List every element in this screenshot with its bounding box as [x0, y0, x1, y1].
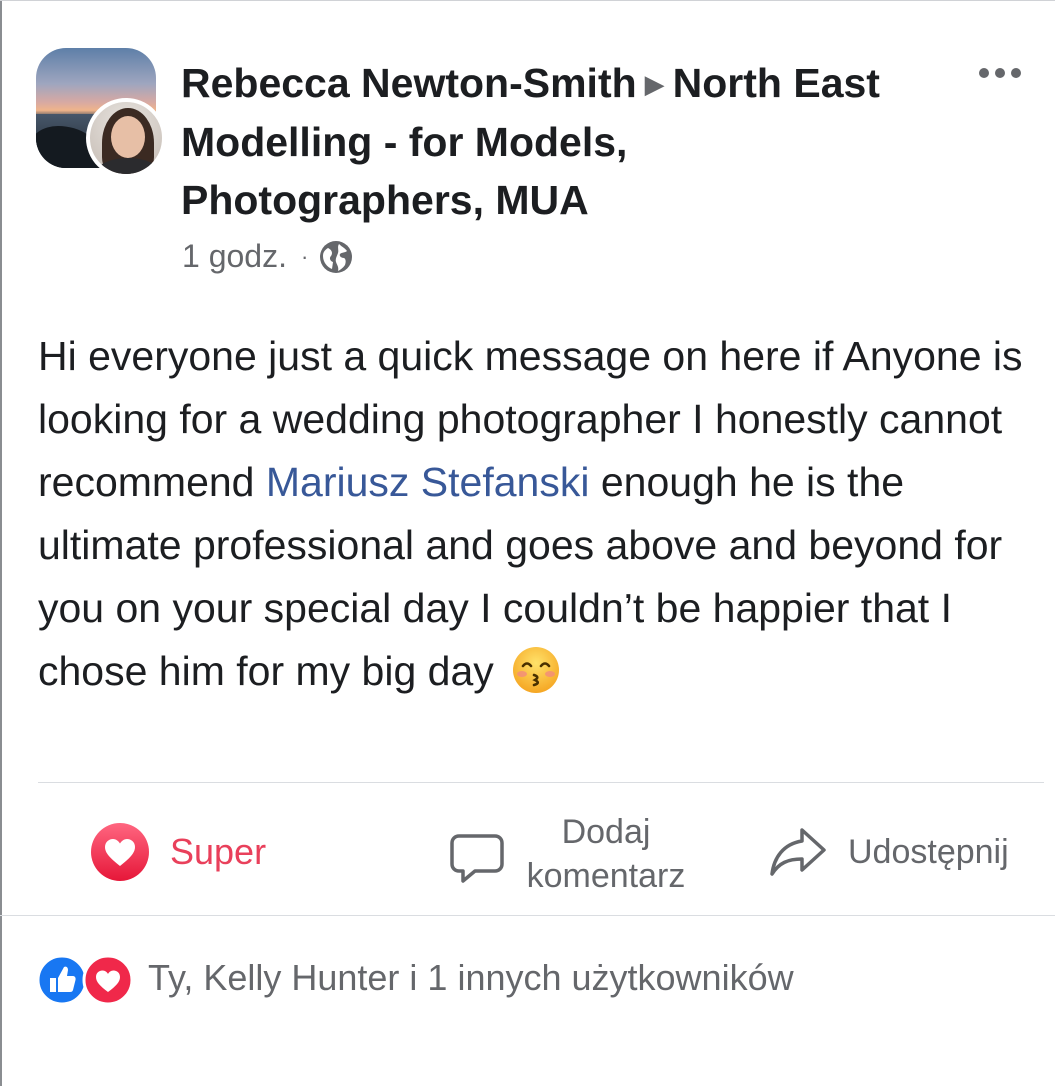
like-reaction-icon: [36, 954, 88, 1006]
globe-icon: [320, 240, 353, 273]
author-profile-picture[interactable]: [86, 98, 166, 178]
comment-label-line-1: Dodaj: [561, 813, 651, 851]
post-header-title: Rebecca Newton-Smith ▶ North East Modellin…: [181, 54, 921, 229]
super-label: Super: [170, 831, 267, 872]
love-reaction-small-icon: [82, 954, 134, 1006]
love-reaction-icon: [91, 823, 149, 881]
comment-label: Dodaj komentarz: [511, 810, 701, 898]
meta-dot: ·: [300, 243, 309, 269]
share-arrow-icon: [770, 828, 826, 876]
window-edge: [0, 0, 2, 1086]
kissing-face-emoji-icon: [513, 647, 560, 693]
reaction-super-button[interactable]: Super: [90, 822, 266, 882]
reactions-summary-text: Ty, Kelly Hunter i 1 innych użytkowników: [148, 957, 794, 998]
reaction-icons: [36, 952, 136, 1006]
author-name-link[interactable]: Rebecca Newton-Smith: [181, 60, 637, 106]
comment-bubble-icon: [450, 834, 504, 883]
actions-divider-top: [38, 782, 1044, 783]
mention-link[interactable]: Mariusz Stefanski: [266, 459, 590, 505]
share-label: Udostępnij: [848, 832, 1009, 871]
post-meta: 1 godz. ·: [182, 238, 354, 275]
more-options-icon[interactable]: [975, 58, 1025, 88]
window-top-edge: [0, 0, 1055, 1]
reactions-summary[interactable]: Ty, Kelly Hunter i 1 innych użytkowników: [36, 952, 794, 1006]
actions-divider-bottom: [0, 915, 1055, 916]
share-button[interactable]: Udostępnij: [768, 822, 1009, 882]
post-timestamp[interactable]: 1 godz.: [182, 238, 287, 275]
separator-arrow: ▶: [644, 69, 665, 99]
post-avatar[interactable]: [36, 48, 166, 178]
comment-label-line-2: komentarz: [526, 857, 686, 895]
add-comment-button[interactable]: Dodaj komentarz: [447, 810, 701, 898]
post-body-text: Hi everyone just a quick message on here…: [38, 325, 1048, 703]
